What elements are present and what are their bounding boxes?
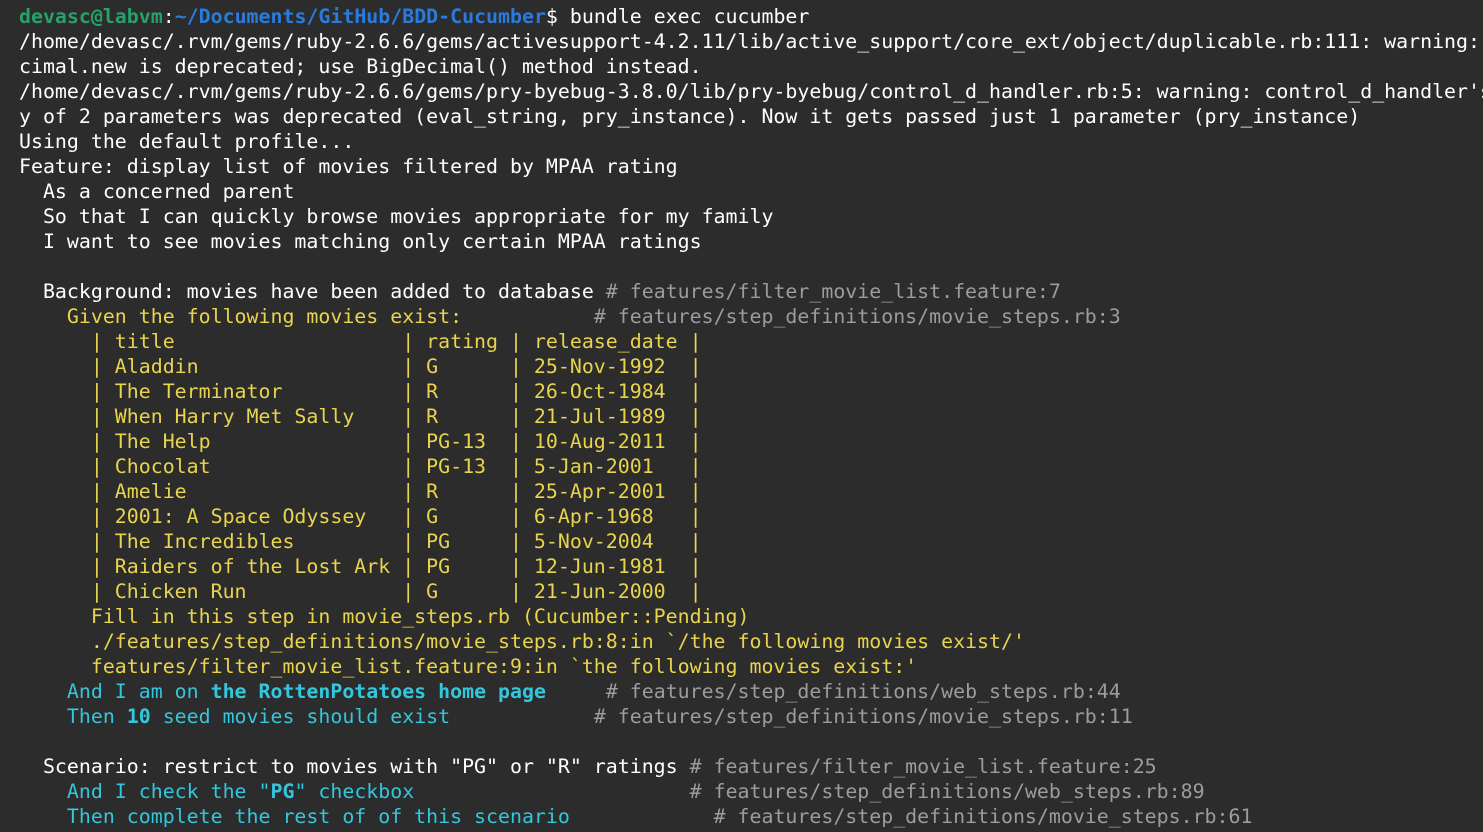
then-step-seed-pre: Then (19, 705, 127, 728)
then-step-complete-pad (570, 805, 714, 828)
scenario-comment: # features/filter_movie_list.feature:25 (689, 755, 1157, 778)
then-step-seed-pad (450, 705, 594, 728)
scenario-text: Scenario: restrict to movies with "PG" o… (19, 755, 690, 778)
pending-message: Fill in this step in movie_steps.rb (Cuc… (19, 605, 750, 628)
feature-narrative-1: As a concerned parent (19, 180, 295, 203)
prompt-line: devasc@labvm:~/Documents/GitHub/BDD-Cucu… (19, 4, 809, 29)
table-row: | The Terminator | R | 26-Oct-1984 | (19, 380, 702, 403)
feature-title: Feature: display list of movies filtered… (19, 155, 678, 178)
prompt-user-host: devasc@labvm (19, 5, 163, 28)
output-line-profile: Using the default profile... (19, 130, 355, 153)
then-step-seed-post: seed movies should exist (150, 705, 451, 728)
and-step-home-page-arg: the RottenPotatoes home page (210, 680, 546, 703)
prompt-path: ~/Documents/GitHub/BDD-Cucumber (174, 5, 546, 28)
table-row: | Amelie | R | 25-Apr-2001 | (19, 480, 702, 503)
given-step-pad (462, 305, 594, 328)
given-step-comment: # features/step_definitions/movie_steps.… (593, 305, 1121, 328)
given-step-line: Given the following movies exist: # feat… (19, 304, 1121, 329)
feature-narrative-3: I want to see movies matching only certa… (19, 230, 702, 253)
table-row: | 2001: A Space Odyssey | G | 6-Apr-1968… (19, 505, 702, 528)
and-step-check-pad (414, 780, 689, 803)
pending-backtrace-1: ./features/step_definitions/movie_steps.… (19, 630, 1025, 653)
and-step-home-page-comment: # features/step_definitions/web_steps.rb… (605, 680, 1121, 703)
and-step-check-arg: PG (270, 780, 295, 803)
terminal-window[interactable]: devasc@labvm:~/Documents/GitHub/BDD-Cucu… (0, 0, 1483, 832)
then-step-complete-text: Then complete the rest of of this scenar… (19, 805, 570, 828)
and-step-home-page: And I am on the RottenPotatoes home page… (19, 679, 1121, 704)
given-step-text: Given the following movies exist: (19, 305, 463, 328)
background-text: Background: movies have been added to da… (19, 280, 606, 303)
and-step-check-pre: And I check the " (19, 780, 271, 803)
then-step-seed-comment: # features/step_definitions/movie_steps.… (593, 705, 1133, 728)
table-row: | The Incredibles | PG | 5-Nov-2004 | (19, 530, 702, 553)
scenario-line: Scenario: restrict to movies with "PG" o… (19, 754, 1157, 779)
table-row: | The Help | PG-13 | 10-Aug-2011 | (19, 430, 702, 453)
then-step-complete: Then complete the rest of of this scenar… (19, 804, 1253, 829)
then-step-seed-movies: Then 10 seed movies should exist # featu… (19, 704, 1133, 729)
feature-narrative-2: So that I can quickly browse movies appr… (19, 205, 774, 228)
background-line: Background: movies have been added to da… (19, 279, 1061, 304)
table-row: | Aladdin | G | 25-Nov-1992 | (19, 355, 702, 378)
table-row: | Chicken Run | G | 21-Jun-2000 | (19, 580, 702, 603)
pending-backtrace-2: features/filter_movie_list.feature:9:in … (19, 655, 918, 678)
output-line-warning-1: /home/devasc/.rvm/gems/ruby-2.6.6/gems/a… (19, 30, 1483, 53)
table-header-row: | title | rating | release_date | (19, 330, 702, 353)
prompt-dollar: $ (545, 5, 558, 28)
and-step-home-page-pad (546, 680, 606, 703)
and-step-home-page-pre: And I am on (19, 680, 211, 703)
table-row: | Chocolat | PG-13 | 5-Jan-2001 | (19, 455, 702, 478)
then-step-complete-comment: # features/step_definitions/movie_steps.… (713, 805, 1253, 828)
output-line-warning-1-cont: cimal.new is deprecated; use BigDecimal(… (19, 55, 702, 78)
output-line-warning-2: /home/devasc/.rvm/gems/ruby-2.6.6/gems/p… (19, 80, 1483, 103)
and-step-check-comment: # features/step_definitions/web_steps.rb… (689, 780, 1205, 803)
background-comment: # features/filter_movie_list.feature:7 (605, 280, 1061, 303)
prompt-colon: : (162, 5, 175, 28)
output-line-warning-2-cont: y of 2 parameters was deprecated (eval_s… (19, 105, 1361, 128)
and-step-check-post: " checkbox (294, 780, 415, 803)
table-row: | When Harry Met Sally | R | 21-Jul-1989… (19, 405, 702, 428)
then-step-seed-arg: 10 (126, 705, 151, 728)
table-row: | Raiders of the Lost Ark | PG | 12-Jun-… (19, 555, 702, 578)
prompt-command: bundle exec cucumber (557, 5, 810, 28)
and-step-check-pg: And I check the "PG" checkbox # features… (19, 779, 1205, 804)
